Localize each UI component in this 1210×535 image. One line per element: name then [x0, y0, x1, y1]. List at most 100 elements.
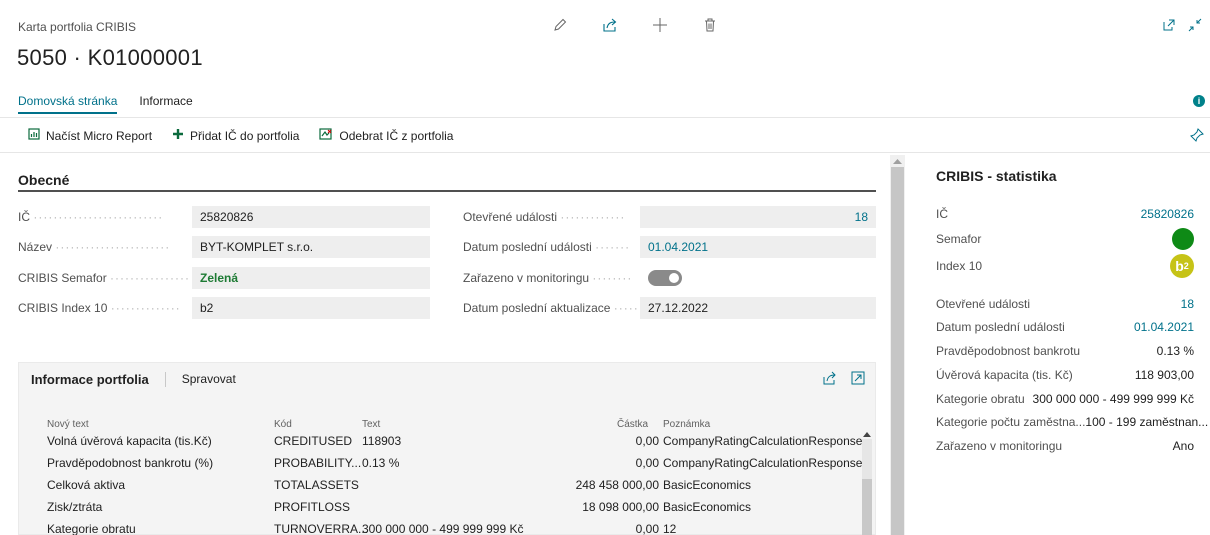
collapse-icon[interactable]: [1188, 18, 1202, 35]
table-row[interactable]: Kategorie obratu TURNOVERRA... 300 000 0…: [29, 519, 863, 535]
cell: Kategorie obratu: [47, 522, 136, 535]
table-row[interactable]: Pravděpodobnost bankrotu (%) PROBABILITY…: [29, 453, 863, 474]
table-row[interactable]: Celková aktiva TOTALASSETS 248 458 000,0…: [29, 475, 863, 496]
factbox-stat: Zařazeno v monitoringu Ano: [936, 437, 1194, 455]
open-new-window-icon[interactable]: [1162, 18, 1176, 35]
open-events-value[interactable]: 18: [640, 206, 876, 228]
factbox-stat: Kategorie obratu 300 000 000 - 499 999 9…: [936, 390, 1194, 408]
share-icon[interactable]: [585, 14, 635, 36]
factbox-label: Otevřené události: [936, 297, 1031, 311]
main-scrollbar[interactable]: [890, 155, 905, 535]
divider: [0, 117, 1210, 118]
scrollbar-thumb[interactable]: [862, 479, 872, 535]
factbox-label: Datum poslední události: [936, 320, 1065, 334]
factbox-ic: IČ 25820826: [936, 205, 1194, 223]
tab-informace[interactable]: Informace: [139, 94, 192, 114]
index-badge-sub: 2: [1183, 261, 1189, 271]
field-label: Datum poslední události: [463, 240, 592, 254]
cell: 0,00: [635, 522, 659, 535]
field-index10: CRIBIS Index 10 ·············· b2: [18, 297, 430, 319]
table-row[interactable]: Volná úvěrová kapacita (tis.Kč) CREDITUS…: [29, 431, 863, 452]
factbox-stat: Otevřené události 18: [936, 295, 1194, 313]
cell: 118903: [362, 434, 402, 448]
factbox-label: Pravděpodobnost bankrotu: [936, 344, 1081, 358]
field-ic: IČ ·························· 25820826: [18, 206, 430, 228]
factbox-value: Ano: [1172, 439, 1194, 453]
factbox-value[interactable]: 01.04.2021: [1134, 320, 1194, 334]
remove-ic-button[interactable]: Odebrat IČ z portfolia: [319, 128, 453, 143]
factbox-stat: Úvěrová kapacita (tis. Kč) 118 903,00: [936, 366, 1194, 384]
field-label: Otevřené události: [463, 210, 558, 224]
column-header[interactable]: Text: [362, 419, 380, 431]
delete-icon[interactable]: [685, 14, 735, 36]
share-icon[interactable]: [823, 371, 837, 388]
grid-scrollbar[interactable]: [862, 432, 872, 535]
last-update-value[interactable]: 27.12.2022: [640, 297, 876, 319]
factbox-stat: Kategorie počtu zaměstna... 100 - 199 za…: [936, 413, 1208, 431]
action-label: Načíst Micro Report: [46, 128, 153, 143]
record-toolbar: [535, 14, 735, 36]
scrollbar-thumb[interactable]: [891, 167, 904, 535]
plus-icon: [172, 128, 184, 143]
factbox-label: IČ: [936, 207, 948, 221]
semafor-indicator: [1172, 228, 1194, 250]
field-open-events: Otevřené události ············· 18: [463, 206, 876, 228]
add-ic-button[interactable]: Přidat IČ do portfolia: [172, 128, 299, 143]
factbox-stat: Datum poslední události 01.04.2021: [936, 318, 1194, 336]
scroll-up-icon[interactable]: [863, 431, 871, 437]
cell: Celková aktiva: [47, 478, 126, 492]
last-event-date-value[interactable]: 01.04.2021: [640, 236, 876, 258]
factbox-label: Úvěrová kapacita (tis. Kč): [936, 368, 1073, 382]
breadcrumb: Karta portfolia CRIBIS: [18, 20, 137, 34]
remove-icon: [319, 128, 333, 143]
part-title[interactable]: Informace portfolia: [31, 371, 166, 387]
pin-icon[interactable]: [1190, 128, 1204, 145]
semafor-value[interactable]: Zelená: [192, 267, 430, 289]
column-header[interactable]: Částka: [617, 419, 648, 431]
monitoring-toggle[interactable]: [648, 270, 682, 286]
section-title-general: Obecné: [18, 172, 70, 188]
factbox-label: Kategorie obratu: [936, 392, 1025, 406]
part-header: Informace portfolia Spravovat: [19, 363, 875, 395]
factbox-title: CRIBIS - statistika: [936, 168, 1057, 184]
nazev-value[interactable]: BYT-KOMPLET s.r.o.: [192, 236, 430, 258]
factbox-value[interactable]: 18: [1181, 297, 1194, 311]
expand-icon[interactable]: [851, 371, 865, 388]
cell: TURNOVERRA...: [274, 522, 369, 535]
field-label: CRIBIS Semafor: [18, 271, 107, 285]
table-row[interactable]: Zisk/ztráta PROFITLOSS 18 098 000,00 Bas…: [29, 497, 863, 518]
load-micro-report-button[interactable]: Načíst Micro Report: [28, 128, 152, 143]
index10-value[interactable]: b2: [192, 297, 430, 319]
field-label: CRIBIS Index 10: [18, 301, 108, 315]
info-icon[interactable]: i: [1193, 95, 1205, 107]
field-nazev: Název ······················· BYT-KOMPLE…: [18, 236, 430, 258]
cell: 300 000 000 - 499 999 999 Kč: [362, 522, 524, 535]
tab-domovska-stranka[interactable]: Domovská stránka: [18, 94, 118, 114]
manage-button[interactable]: Spravovat: [182, 372, 236, 386]
column-header[interactable]: Kód: [274, 419, 292, 431]
field-semafor: CRIBIS Semafor ················ Zelená: [18, 267, 430, 289]
divider: [0, 152, 1210, 153]
cell: PROFITLOSS: [274, 500, 351, 514]
cell: 18 098 000,00: [582, 500, 659, 514]
cell: Zisk/ztráta: [47, 500, 103, 514]
cell: 0,00: [635, 434, 659, 448]
field-last-update: Datum poslední aktualizace ····· 27.12.2…: [463, 297, 876, 319]
cell: Volná úvěrová kapacita (tis.Kč): [47, 434, 212, 448]
field-label: Datum poslední aktualizace: [463, 301, 611, 315]
factbox-label: Zařazeno v monitoringu: [936, 439, 1063, 453]
factbox-value: 118 903,00: [1134, 368, 1194, 382]
cell: BasicEconomics: [663, 500, 752, 514]
factbox-stat: Pravděpodobnost bankrotu 0.13 %: [936, 342, 1194, 360]
ic-value[interactable]: 25820826: [192, 206, 430, 228]
column-header[interactable]: Nový text: [47, 419, 89, 431]
scroll-up-icon[interactable]: [893, 158, 902, 164]
cell: 0,00: [635, 456, 659, 470]
column-header[interactable]: Poznámka: [663, 419, 710, 431]
edit-icon[interactable]: [535, 14, 585, 36]
new-icon[interactable]: [635, 14, 685, 36]
factbox-ic-value[interactable]: 25820826: [1141, 207, 1194, 221]
index10-badge: b2: [1170, 254, 1194, 278]
factbox-value: 100 - 199 zaměstnan...: [1085, 415, 1209, 429]
cell: CompanyRatingCalculationResponse: [663, 434, 863, 448]
